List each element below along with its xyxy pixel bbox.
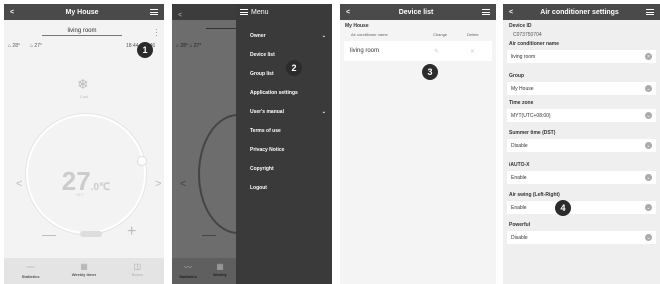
menu-item-device-list[interactable]: Device list <box>236 45 332 64</box>
table-header: Air conditioner name Change Delete <box>351 32 479 37</box>
menu-item-group-list[interactable]: Group list <box>236 64 332 83</box>
name-label: Air conditioner name <box>509 41 560 47</box>
bottom-nav: 〰 Statistics ▦ Weekly timer ◫ Room <box>4 258 164 284</box>
swing-select[interactable]: Enable ⌄ <box>507 201 656 214</box>
mode-label: Cool <box>79 94 89 99</box>
nav-room[interactable]: ◫ Room <box>111 258 164 284</box>
page-title: Device list <box>398 8 434 16</box>
settings-header: < Air conditioner settings <box>503 4 660 20</box>
screen-ac-settings: < Air conditioner settings Device ID C07… <box>503 4 660 284</box>
plus-button[interactable]: + <box>127 223 136 241</box>
iauto-select[interactable]: Enable ⌄ <box>507 171 656 184</box>
home-header: < My House <box>4 4 164 20</box>
device-id-label: Device ID <box>509 23 532 29</box>
menu-item-application-settings[interactable]: Application settings <box>236 83 332 102</box>
set-label: SET <box>76 192 84 197</box>
menu-item-logout[interactable]: Logout <box>236 178 332 197</box>
swing-label: Air swing (Left-Right) <box>509 192 560 198</box>
name-field[interactable]: living room × <box>507 50 656 63</box>
timezone-select[interactable]: MYT(UTC+08:00) ⌄ <box>507 109 656 122</box>
iauto-label: iAUTO-X <box>509 162 530 168</box>
snowflake-icon[interactable]: ❄ <box>77 76 89 93</box>
dial-handle[interactable] <box>137 156 147 166</box>
minus-button[interactable]: — <box>42 226 56 242</box>
group-select[interactable]: My House ⌄ <box>507 82 656 95</box>
chevron-down-icon: ⌄ <box>645 174 652 181</box>
menu-item-privacy[interactable]: Privacy Notice <box>236 140 332 159</box>
room-name[interactable]: living room <box>42 28 122 36</box>
timezone-label: Time zone <box>509 100 534 106</box>
chevron-down-icon: ⌄ <box>321 32 326 39</box>
menu-icon[interactable] <box>240 9 248 15</box>
chart-icon: 〰 <box>26 263 35 272</box>
screen-device-list: < Device list My House Air conditioner n… <box>340 4 496 284</box>
group-name: My House <box>345 23 369 29</box>
left-arrow-icon[interactable]: < <box>16 178 22 190</box>
callout-4: 4 <box>555 200 571 216</box>
menu-item-users-manual[interactable]: User's manual ⌄ <box>236 102 332 121</box>
outdoor-temp: ⌂ 27° <box>30 43 42 49</box>
menu-icon[interactable] <box>646 9 654 15</box>
menu-icon[interactable] <box>482 9 490 15</box>
chevron-down-icon: ⌄ <box>645 234 652 241</box>
nav-weekly-timer[interactable]: ▦ Weekly timer <box>57 258 110 284</box>
page-title: My House <box>65 8 99 16</box>
menu-item-terms[interactable]: Terms of use <box>236 121 332 140</box>
back-icon: < <box>178 12 183 19</box>
device-list-header: < Device list <box>340 4 496 20</box>
chevron-down-icon: ⌄ <box>645 142 652 149</box>
edit-icon[interactable]: ✎ <box>434 48 470 55</box>
clear-icon[interactable]: × <box>645 53 652 60</box>
thermometer-icon <box>80 231 102 237</box>
screen-home: < My House living room · · · ⌂ 28° ⌂ 27° 1… <box>4 4 164 284</box>
screen-menu: < ⌂ 28° ⌂ 27° < — 〰 Statistics ▦ Weekly Me… <box>172 4 332 284</box>
chevron-down-icon: ⌄ <box>645 85 652 92</box>
callout-2: 2 <box>286 60 302 76</box>
dimmed-home: < ⌂ 28° ⌂ 27° < — 〰 Statistics ▦ Weekly <box>172 4 278 284</box>
delete-icon[interactable]: ✕ <box>470 48 475 55</box>
right-arrow-icon[interactable]: > <box>155 178 161 190</box>
calendar-icon: ▦ <box>80 262 88 271</box>
indoor-temp: ⌂ 28° <box>8 43 20 49</box>
chevron-down-icon: ⌄ <box>645 112 652 119</box>
nav-statistics[interactable]: 〰 Statistics <box>4 258 57 284</box>
side-menu: Menu Owner ⌄ Device list Group list Appli… <box>236 4 332 284</box>
dst-label: Summer time (DST) <box>509 130 556 136</box>
chevron-down-icon: ⌄ <box>321 108 326 115</box>
callout-1: 1 <box>137 42 153 58</box>
powerful-select[interactable]: Disable ⌄ <box>507 231 656 244</box>
menu-icon[interactable] <box>150 9 158 15</box>
more-icon[interactable]: · · · <box>155 26 158 40</box>
menu-item-copyright[interactable]: Copyright <box>236 159 332 178</box>
group-label: Group <box>509 73 524 79</box>
callout-3: 3 <box>422 64 438 80</box>
device-name: living room <box>350 48 380 54</box>
device-id-value: C073750704 <box>513 32 542 38</box>
chevron-down-icon: ⌄ <box>645 204 652 211</box>
temperature-value: 27.0℃ <box>61 166 111 196</box>
table-row[interactable]: living room ✎ ✕ <box>344 41 492 61</box>
page-title: Air conditioner settings <box>540 8 619 16</box>
powerful-label: Powerful <box>509 222 531 228</box>
menu-item-owner[interactable]: Owner ⌄ <box>236 26 332 45</box>
room-icon: ◫ <box>133 262 142 271</box>
menu-title: Menu <box>251 8 269 16</box>
dst-select[interactable]: Disable ⌄ <box>507 139 656 152</box>
